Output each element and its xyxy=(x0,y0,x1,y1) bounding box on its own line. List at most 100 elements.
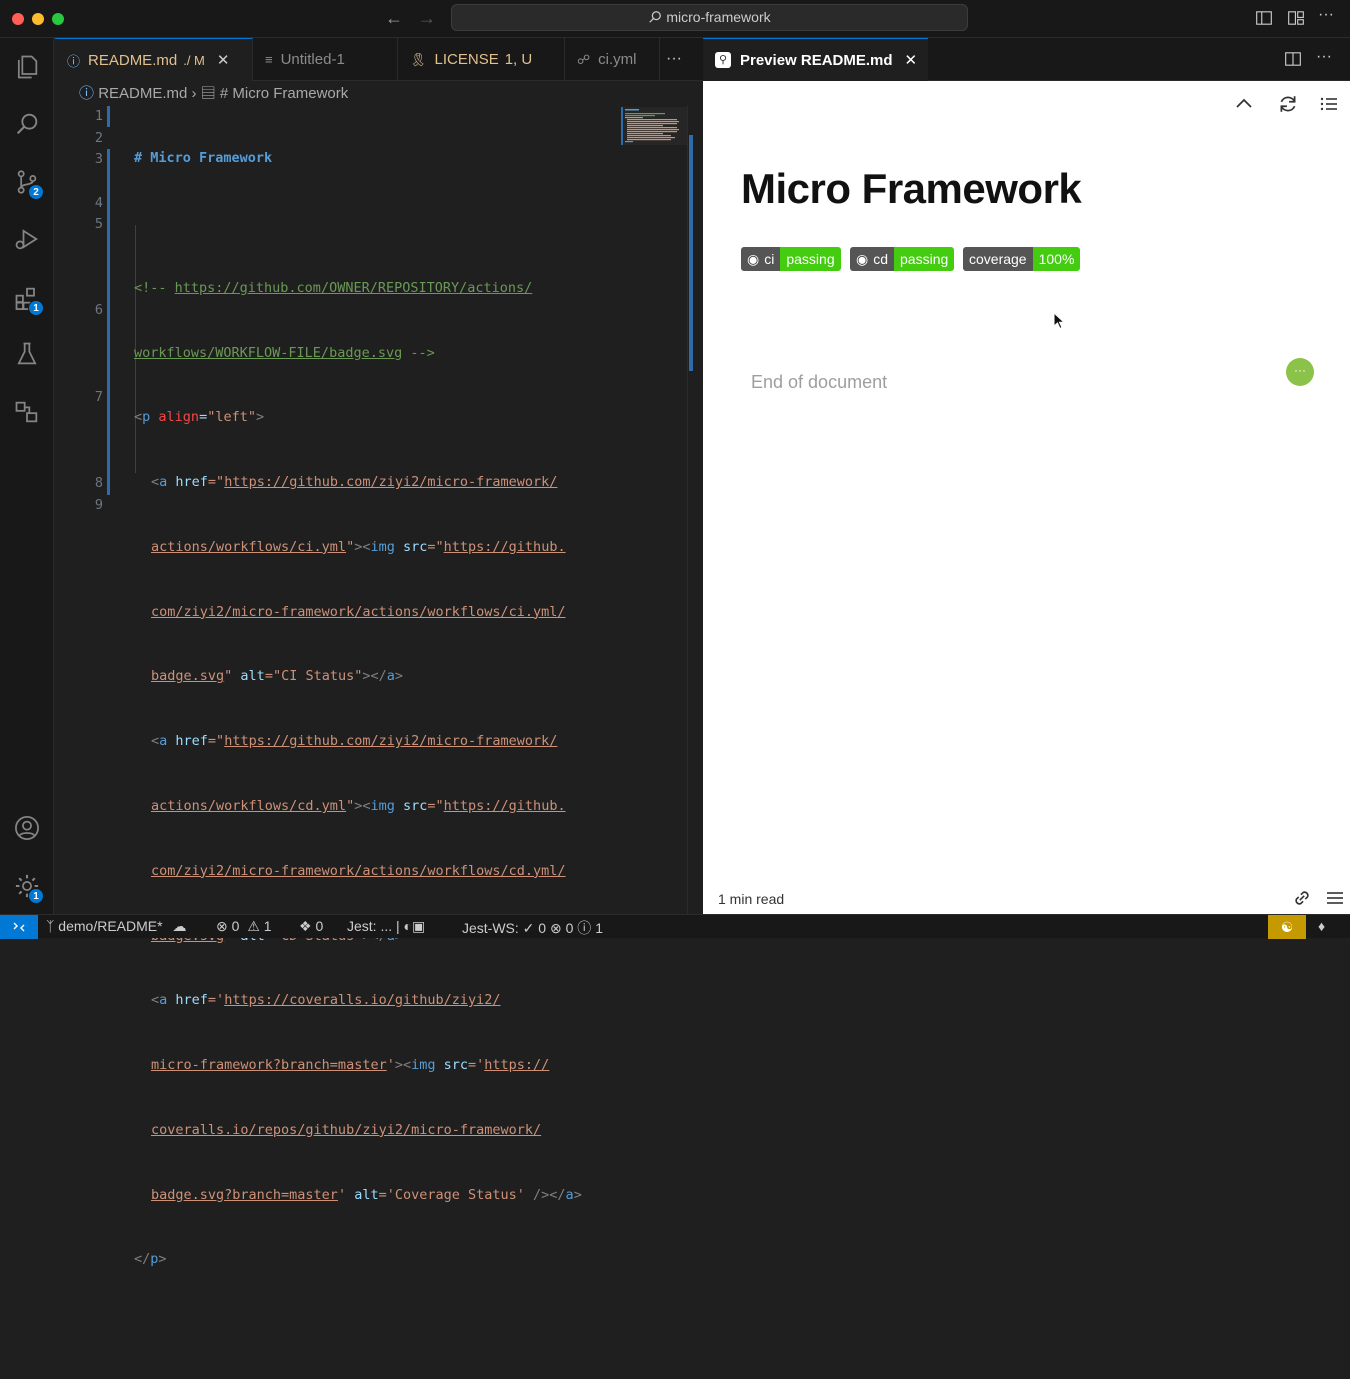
back-arrow-icon[interactable]: ← xyxy=(385,8,403,29)
tab-readme[interactable]: ⓘ README.md ./ M ✕ xyxy=(55,38,253,81)
code-line-6-wrap-1: actions/workflows/cd.yml"><img src="http… xyxy=(151,798,566,814)
remote-indicator[interactable] xyxy=(0,915,38,939)
account-icon xyxy=(15,816,39,840)
remote-explorer-button[interactable] xyxy=(0,388,54,436)
copilot-icon: ☯ xyxy=(1280,918,1294,935)
tab-readme-label: README.md xyxy=(88,51,178,69)
breadcrumb: ⓘ README.md › ▤ # Micro Framework xyxy=(55,83,687,105)
title-bar: ← → micro-framework ··· xyxy=(0,0,1350,38)
tab-preview-readme[interactable]: ⚲ Preview README.md ✕ xyxy=(703,38,928,81)
refresh-icon[interactable] xyxy=(1277,93,1299,115)
breadcrumb-symbol[interactable]: # Micro Framework xyxy=(220,85,348,102)
forward-arrow-icon[interactable]: → xyxy=(418,8,436,29)
end-of-document-text: End of document xyxy=(751,372,888,392)
license-icon: 🎗 xyxy=(410,51,427,67)
editor-tab-bar: ⓘ README.md ./ M ✕ ≡ Untitled-1 🎗 LICENS… xyxy=(55,38,703,81)
ports-status[interactable]: ❖ 0 xyxy=(299,918,323,935)
manage-settings-button[interactable]: 1 xyxy=(0,862,54,910)
activity-bar: 2 1 1 xyxy=(0,38,54,914)
search-button[interactable] xyxy=(0,100,54,148)
unknown-icon: ⓘ xyxy=(577,920,592,936)
testing-button[interactable] xyxy=(0,330,54,378)
tab-untitled-1[interactable]: ≡ Untitled-1 xyxy=(253,38,398,81)
files-icon xyxy=(17,55,38,79)
code-line-3: <!-- https://github.com/OWNER/REPOSITORY… xyxy=(134,279,533,296)
preview-tab-bar: ⚲ Preview README.md ✕ ··· xyxy=(703,38,1350,81)
heading-symbol-icon: ▤ xyxy=(200,85,216,102)
code-line-1: # Micro Framework xyxy=(134,150,273,167)
extensions-button[interactable]: 1 xyxy=(0,274,54,322)
window-maximize-button[interactable] xyxy=(52,13,64,25)
customize-layout-icon[interactable] xyxy=(1287,9,1305,27)
jest-ws-fail: 0 xyxy=(565,920,574,936)
git-modified-marker xyxy=(107,106,110,127)
cd-status-badge[interactable]: ◉ cd passing xyxy=(850,247,955,271)
source-control-button[interactable]: 2 xyxy=(0,158,54,206)
close-icon[interactable]: ✕ xyxy=(217,51,230,69)
code-editor[interactable]: 1 2 3 4 5 6 7 8 9 # Micro Framework <!--… xyxy=(55,105,687,1267)
markdown-preview[interactable]: Micro Framework ◉ ci passing ◉ cd passing … xyxy=(703,81,1350,914)
remote-explorer-icon xyxy=(15,401,38,423)
split-editor-icon[interactable] xyxy=(1284,50,1302,68)
info-icon: ⓘ xyxy=(79,85,95,102)
more-actions-icon[interactable]: ··· xyxy=(1316,48,1332,66)
jest-ws-status[interactable]: Jest-WS: ✓ 0 ⊗ 0 ⓘ 1 xyxy=(462,918,603,938)
tab-overflow-icon[interactable]: ··· xyxy=(666,50,682,68)
line-number: 4 xyxy=(94,195,103,211)
editor-scrollbar[interactable] xyxy=(687,105,703,914)
window-minimize-button[interactable] xyxy=(32,13,44,25)
accounts-button[interactable] xyxy=(0,804,54,852)
ci-status-badge[interactable]: ◉ ci passing xyxy=(741,247,841,271)
github-icon: ◉ xyxy=(856,250,869,267)
branch-name: demo/README* xyxy=(58,918,163,934)
code-line-5-wrap-3: badge.svg" alt="CI Status"></a> xyxy=(151,668,404,685)
notifications-bell-icon[interactable]: ♦ xyxy=(1318,918,1325,934)
breadcrumb-file[interactable]: README.md xyxy=(98,85,187,102)
command-center-search[interactable]: micro-framework xyxy=(451,4,968,31)
run-debug-button[interactable] xyxy=(0,215,54,263)
chevron-up-icon[interactable] xyxy=(1234,94,1254,114)
tab-untitled-label: Untitled-1 xyxy=(280,51,345,68)
more-options-icon[interactable]: ··· xyxy=(1286,358,1314,386)
tab-ci-yml[interactable]: ☍ ci.yml xyxy=(565,38,660,81)
code-line-7: <a href='https://coveralls.io/github/ziy… xyxy=(151,992,501,1009)
problems-status[interactable]: ⊗ 0 ⚠ 1 xyxy=(216,918,272,935)
pass-icon: ✓ xyxy=(522,920,535,936)
git-modified-marker xyxy=(107,149,110,495)
beaker-icon xyxy=(17,342,37,365)
run-debug-icon xyxy=(15,229,38,250)
tab-license[interactable]: 🎗 LICENSE 1, U xyxy=(398,38,565,81)
preview-heading: Micro Framework xyxy=(741,165,1082,212)
line-number: 1 xyxy=(94,108,103,124)
tab-license-label: LICENSE xyxy=(434,51,499,68)
broadcast-icon: ❖ xyxy=(299,918,312,934)
code-line-7-wrap-1: micro-framework?branch=master'><img src=… xyxy=(151,1057,550,1074)
branch-status[interactable]: ᛉ demo/README* ☁ xyxy=(46,918,186,935)
remote-icon xyxy=(13,922,25,932)
coverage-status-badge[interactable]: coverage 100% xyxy=(963,247,1081,271)
command-center-text: micro-framework xyxy=(666,9,771,25)
settings-badge: 1 xyxy=(28,888,44,904)
search-icon xyxy=(16,113,38,135)
editor-scroll-thumb[interactable] xyxy=(689,135,693,371)
copilot-status[interactable]: ☯ xyxy=(1268,915,1306,939)
jest-status[interactable]: Jest: ... | ◐▣ xyxy=(347,918,425,935)
window-close-button[interactable] xyxy=(12,13,24,25)
close-icon[interactable]: ✕ xyxy=(905,51,918,69)
menu-icon[interactable] xyxy=(1325,889,1345,907)
more-actions-icon[interactable]: ··· xyxy=(1318,6,1336,24)
code-line-5-wrap-2: com/ziyi2/micro-framework/actions/workfl… xyxy=(151,603,566,620)
toggle-primary-sidebar-icon[interactable] xyxy=(1255,9,1273,27)
sync-icon[interactable]: ☁ xyxy=(172,918,186,934)
explorer-button[interactable] xyxy=(0,43,54,91)
line-number: 9 xyxy=(94,497,103,513)
status-bar: ᛉ demo/README* ☁ ⊗ 0 ⚠ 1 ❖ 0 Jest: ... |… xyxy=(0,914,1350,939)
preview-icon: ⚲ xyxy=(715,52,731,68)
outline-list-icon[interactable] xyxy=(1319,94,1339,114)
warning-icon: ⚠ xyxy=(247,918,260,934)
link-icon[interactable] xyxy=(1291,887,1313,909)
tab-preview-label: Preview README.md xyxy=(740,51,893,69)
minimap[interactable] xyxy=(621,107,687,145)
jest-label: Jest: ... | xyxy=(347,918,400,934)
